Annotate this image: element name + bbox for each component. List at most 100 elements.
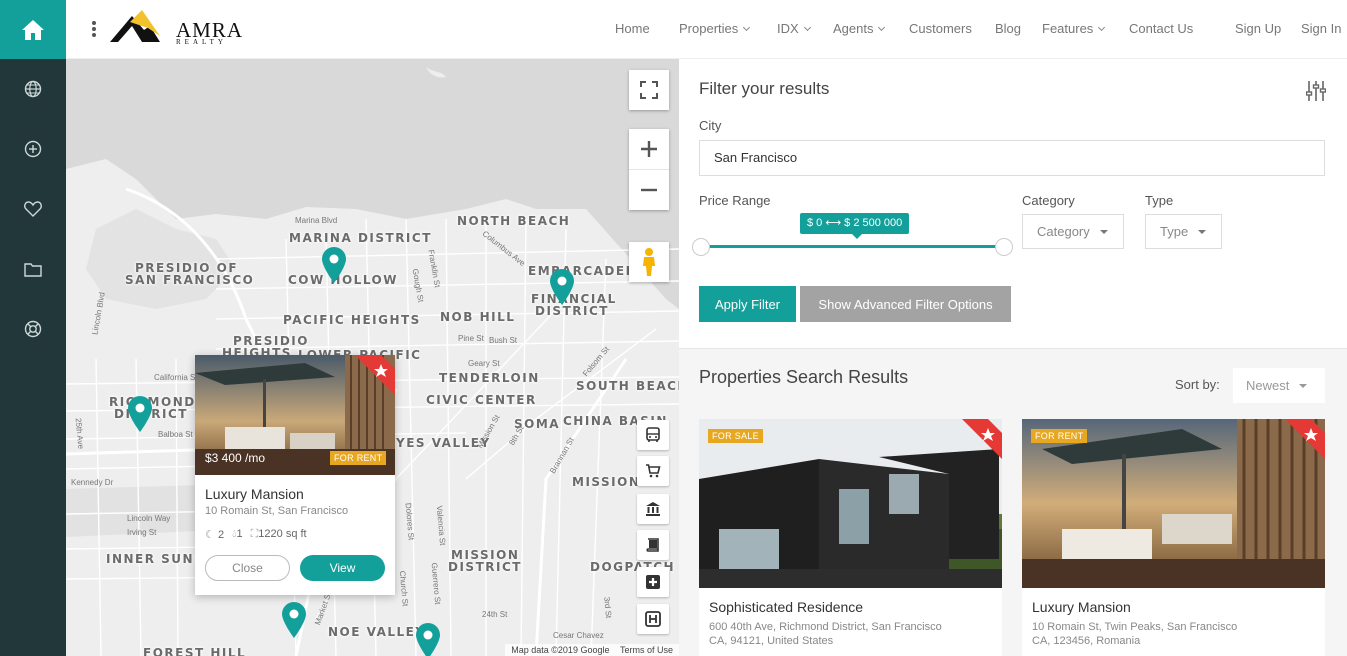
nav-home[interactable]: Home	[615, 21, 650, 36]
results-panel: Filter your results City San Francisco P…	[679, 59, 1347, 656]
minus-icon	[641, 188, 657, 191]
price-min-handle[interactable]	[692, 238, 710, 256]
bathrooms: 💧︎1	[232, 528, 243, 541]
map-property-popup: $3 400 /mo FOR RENT Luxury Mansion 10 Ro…	[195, 355, 395, 595]
map-view[interactable]: NORTH BEACH MARINA DISTRICT PRESIDIO OF …	[66, 59, 679, 656]
nav-contact[interactable]: Contact Us	[1129, 21, 1193, 36]
type-value: Type	[1160, 224, 1189, 239]
property-thumbnail[interactable]: FOR SALE	[699, 419, 1002, 588]
type-select[interactable]: Type	[1145, 214, 1222, 249]
nav-customers[interactable]: Customers	[909, 21, 972, 36]
bank-filter-button[interactable]	[637, 494, 669, 524]
nav-agents[interactable]: Agents	[833, 21, 886, 36]
bathrooms-count: 1	[236, 528, 243, 540]
advanced-filter-button[interactable]: Show Advanced Filter Options	[800, 286, 1011, 322]
sliders-icon[interactable]	[1306, 80, 1326, 102]
property-thumbnail[interactable]: $3 400 /mo FOR RENT	[195, 355, 395, 475]
street-label: Geary St	[468, 359, 500, 368]
property-card[interactable]: FOR SALE Sophisticated Residence 600 40t…	[699, 419, 1002, 656]
price-range-track[interactable]	[701, 245, 1005, 248]
zoom-control	[629, 129, 669, 210]
card-address: 600 40th Ave, Richmond District, San Fra…	[709, 620, 989, 648]
fullscreen-button[interactable]	[629, 70, 669, 110]
shopping-filter-button[interactable]	[637, 456, 669, 486]
status-badge: FOR SALE	[708, 429, 763, 443]
street-label: California St	[154, 373, 198, 382]
featured-ribbon	[341, 355, 395, 409]
map-marker-icon[interactable]	[279, 600, 309, 640]
nav-signup[interactable]: Sign Up	[1235, 21, 1281, 36]
hotel-filter-button[interactable]	[637, 604, 669, 634]
district-label: NORTH BEACH	[457, 214, 571, 228]
rail-globe-button[interactable]	[0, 59, 66, 119]
nav-features-label: Features	[1042, 21, 1094, 36]
card-address: 10 Romain St, Twin Peaks, San Francisco …	[1032, 620, 1312, 648]
pegman-icon	[643, 248, 655, 276]
nav-features[interactable]: Features	[1042, 21, 1106, 36]
price-range-label: Price Range	[699, 193, 771, 208]
area-value: 1220 sq ft	[258, 528, 307, 540]
featured-ribbon	[948, 419, 1002, 473]
home-button[interactable]	[0, 0, 66, 59]
education-filter-button[interactable]	[637, 530, 669, 560]
hospital-filter-button[interactable]	[637, 567, 669, 597]
top-header: AMRA REALTY Home Properties IDX Agents C…	[66, 0, 1347, 59]
district-label: DISTRICT	[448, 560, 522, 574]
district-label: TENDERLOIN	[439, 371, 540, 385]
medical-plus-icon	[646, 575, 660, 589]
bank-icon	[646, 502, 660, 516]
close-button[interactable]: Close	[205, 555, 290, 581]
transit-filter-button[interactable]	[637, 420, 669, 450]
card-address-line1: 10 Romain St, Twin Peaks, San Francisco	[1032, 621, 1238, 633]
popup-title[interactable]: Luxury Mansion	[205, 486, 304, 502]
card-title[interactable]: Sophisticated Residence	[709, 599, 863, 615]
folder-icon	[24, 262, 42, 277]
home-icon	[22, 19, 44, 40]
map-marker-icon[interactable]	[319, 245, 349, 285]
district-label: MISSION	[572, 475, 641, 489]
district-label: INNER SUNS	[106, 552, 205, 566]
district-label: NOE VALLEY	[328, 625, 426, 639]
zoom-out-button[interactable]	[629, 170, 669, 210]
street-view-button[interactable]	[629, 242, 669, 282]
street-label: Cesar Chavez	[553, 631, 604, 640]
sort-value: Newest	[1246, 378, 1290, 393]
nav-properties[interactable]: Properties	[679, 21, 751, 36]
property-thumbnail[interactable]: FOR RENT	[1022, 419, 1325, 588]
bedrooms-count: 2	[217, 529, 225, 541]
map-marker-icon[interactable]	[547, 267, 577, 307]
card-title[interactable]: Luxury Mansion	[1032, 599, 1131, 615]
nav-idx[interactable]: IDX	[777, 21, 811, 36]
sort-select[interactable]: Newest	[1233, 368, 1325, 403]
moon-icon: ☾	[205, 529, 215, 541]
rail-support-button[interactable]	[0, 299, 66, 359]
category-select[interactable]: Category	[1022, 214, 1124, 249]
street-label: Balboa St	[158, 430, 193, 439]
street-label: Lincoln Way	[127, 514, 171, 523]
map-marker-icon[interactable]	[125, 394, 155, 434]
featured-ribbon	[1271, 419, 1325, 473]
zoom-in-button[interactable]	[629, 130, 669, 170]
app: AMRA REALTY Home Properties IDX Agents C…	[0, 0, 1347, 656]
type-label: Type	[1145, 193, 1174, 208]
district-label: PACIFIC HEIGHTS	[283, 313, 421, 327]
city-input[interactable]: San Francisco	[699, 140, 1325, 176]
card-address-line2: CA, 94121, United States	[709, 635, 834, 647]
nav-signin[interactable]: Sign In	[1301, 21, 1341, 36]
category-value: Category	[1037, 224, 1090, 239]
street-label: Irving St	[127, 528, 157, 537]
status-badge: FOR RENT	[1031, 429, 1088, 443]
view-button[interactable]: View	[300, 555, 385, 581]
heart-icon	[24, 201, 42, 217]
map-marker-icon[interactable]	[413, 621, 443, 656]
apply-filter-button[interactable]: Apply Filter	[699, 286, 796, 322]
nav-blog[interactable]: Blog	[995, 21, 1021, 36]
rail-folder-button[interactable]	[0, 239, 66, 299]
nav-idx-label: IDX	[777, 21, 799, 36]
street-label: Kennedy Dr	[71, 478, 114, 487]
price-max-handle[interactable]	[995, 238, 1013, 256]
rail-favorites-button[interactable]	[0, 179, 66, 239]
property-card[interactable]: FOR RENT Luxury Mansion 10 Romain St, Tw…	[1022, 419, 1325, 656]
terms-link[interactable]: Terms of Use	[620, 645, 673, 655]
rail-add-button[interactable]	[0, 119, 66, 179]
